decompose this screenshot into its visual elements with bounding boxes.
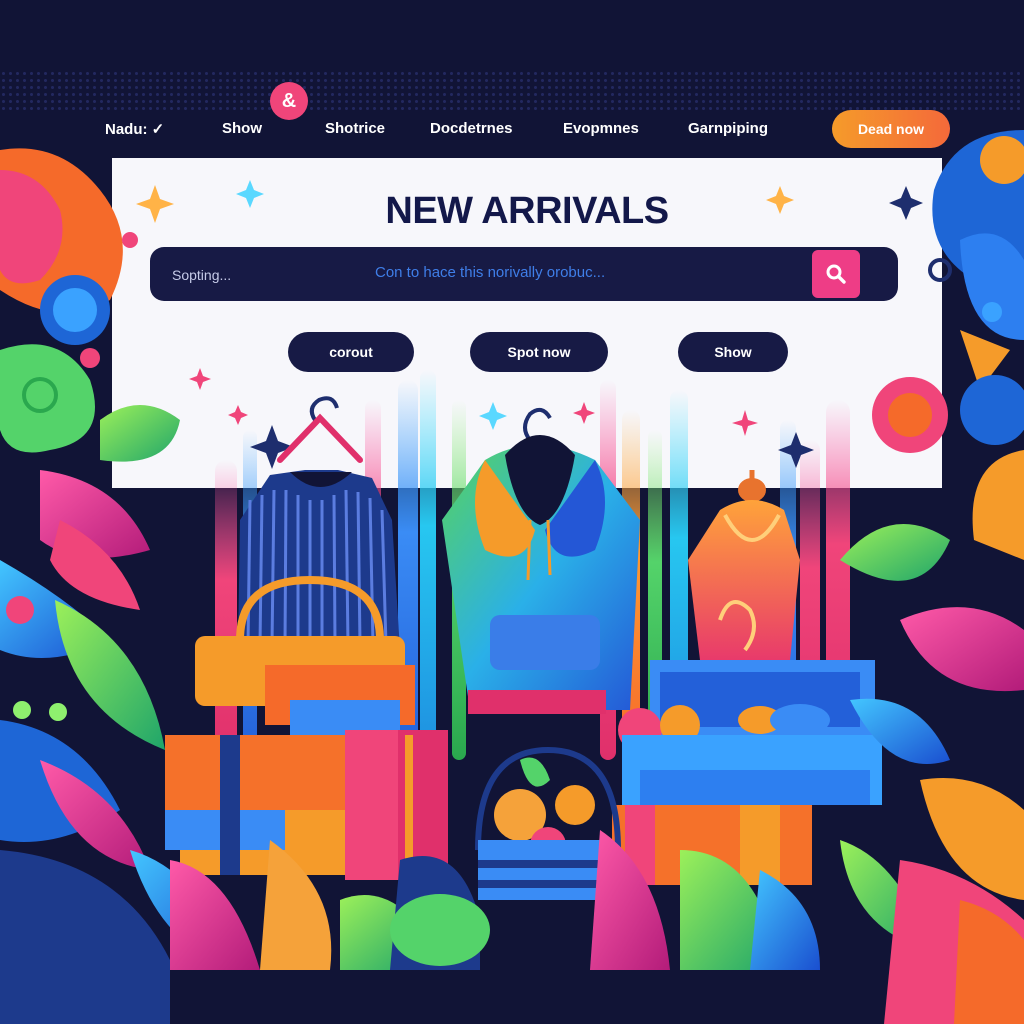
boxes-illustration [612,660,882,885]
sparkle-icon [136,180,923,469]
hero-illustration [0,130,1024,1024]
right-foliage [840,130,1024,1024]
